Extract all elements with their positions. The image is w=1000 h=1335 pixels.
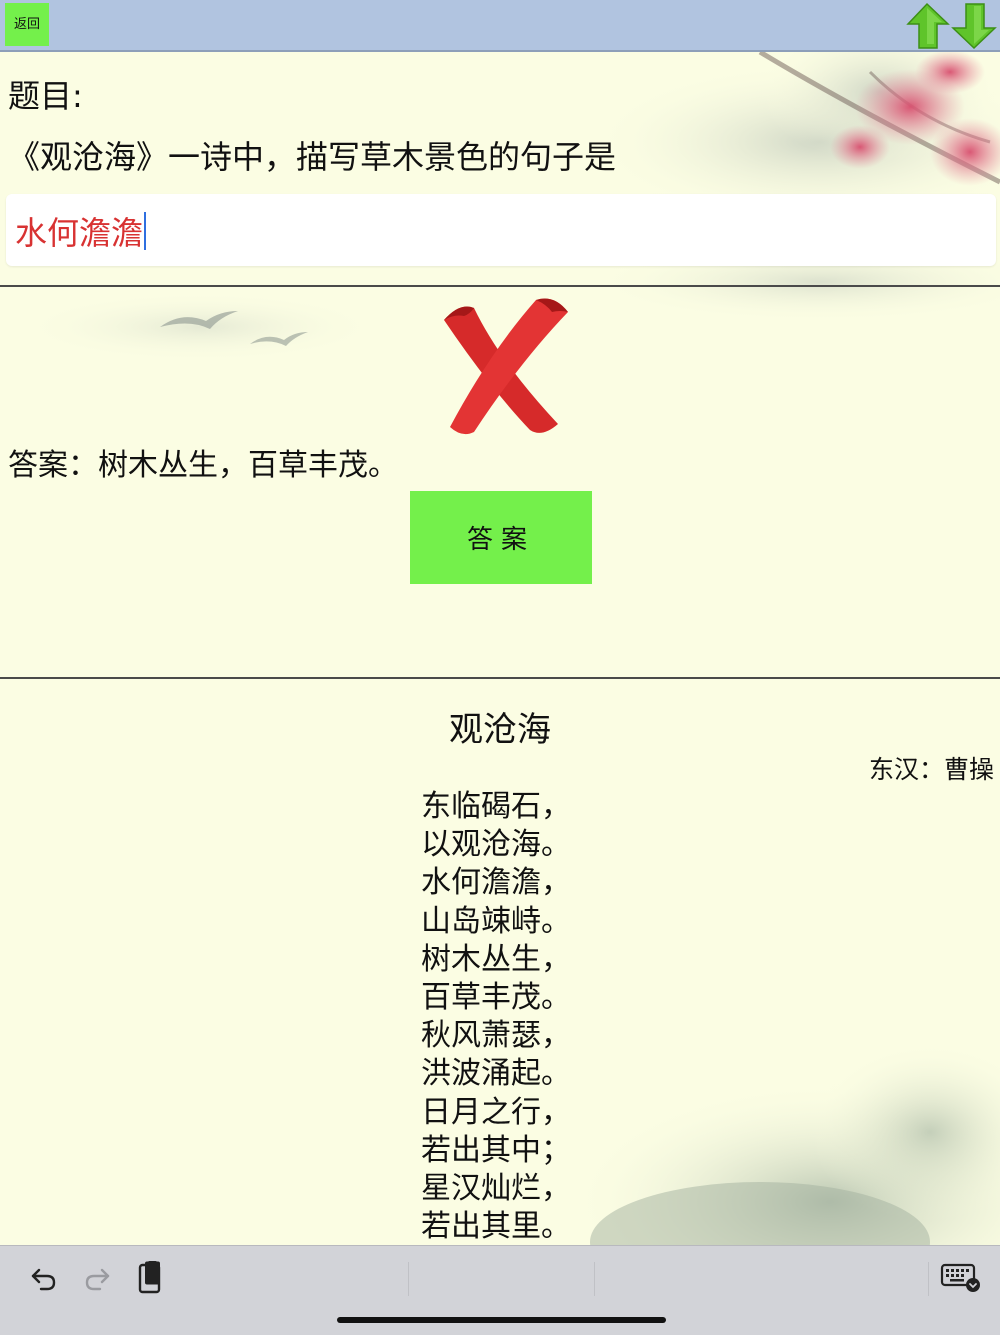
poem-line: 东临碣石， xyxy=(421,789,571,824)
poem-title: 观沧海 xyxy=(449,710,551,750)
answer-input[interactable]: 水何澹澹 xyxy=(6,194,996,266)
show-answer-button[interactable]: 答案 xyxy=(410,491,592,584)
poem-line: 秋风萧瑟， xyxy=(421,1018,571,1054)
question-label: 题目: xyxy=(8,77,83,115)
text-caret xyxy=(144,212,147,250)
poem-line: 百草丰茂。 xyxy=(421,979,571,1015)
toolbar-separator xyxy=(594,1262,595,1296)
poem-author: 东汉：曹操 xyxy=(868,755,994,784)
poem-line: 日月之行， xyxy=(421,1094,571,1130)
arrow-down-icon[interactable] xyxy=(951,2,997,50)
poem-body: 东临碣石， 以观沧海。 水何澹澹， 山岛竦峙。 树木丛生， 百草丰茂。 秋风萧瑟… xyxy=(421,788,621,1245)
divider-bottom xyxy=(0,677,1000,679)
keyboard-shortcut-bar xyxy=(0,1245,1000,1335)
poem-line: 洪波涌起。 xyxy=(421,1056,571,1092)
poem-line: 山岛竦峙。 xyxy=(421,903,571,939)
question-text: 《观沧海》一诗中，描写草木景色的句子是 xyxy=(8,138,617,176)
poem-line: 若出其里。 xyxy=(421,1209,571,1245)
poem-line: 若出其中； xyxy=(421,1132,571,1168)
divider-top xyxy=(0,285,1000,287)
undo-icon[interactable] xyxy=(30,1264,58,1292)
answer-input-value: 水何澹澹 xyxy=(15,214,144,252)
poem-line: 树木丛生， xyxy=(421,941,571,977)
poem-line: 水何澹澹， xyxy=(421,865,571,901)
quiz-content: 题目: 《观沧海》一诗中，描写草木景色的句子是 水何澹澹 答案：树木丛生，百草丰… xyxy=(0,52,1000,1245)
correct-answer-text: 答案：树木丛生，百草丰茂。 xyxy=(8,448,398,483)
keyboard-dismiss-icon[interactable] xyxy=(940,1262,982,1294)
poem-line: 星汉灿烂， xyxy=(421,1170,571,1206)
paste-icon[interactable] xyxy=(137,1260,165,1296)
poem-line: 以观沧海。 xyxy=(421,827,571,863)
arrow-up-icon[interactable] xyxy=(904,2,950,50)
toolbar-separator xyxy=(408,1262,409,1296)
home-indicator[interactable] xyxy=(337,1317,666,1323)
toolbar-separator xyxy=(928,1262,929,1296)
wrong-x-icon xyxy=(444,298,568,435)
back-button[interactable]: 返回 xyxy=(5,3,49,46)
redo-icon[interactable] xyxy=(83,1264,111,1292)
top-bar: 返回 xyxy=(0,0,1000,52)
